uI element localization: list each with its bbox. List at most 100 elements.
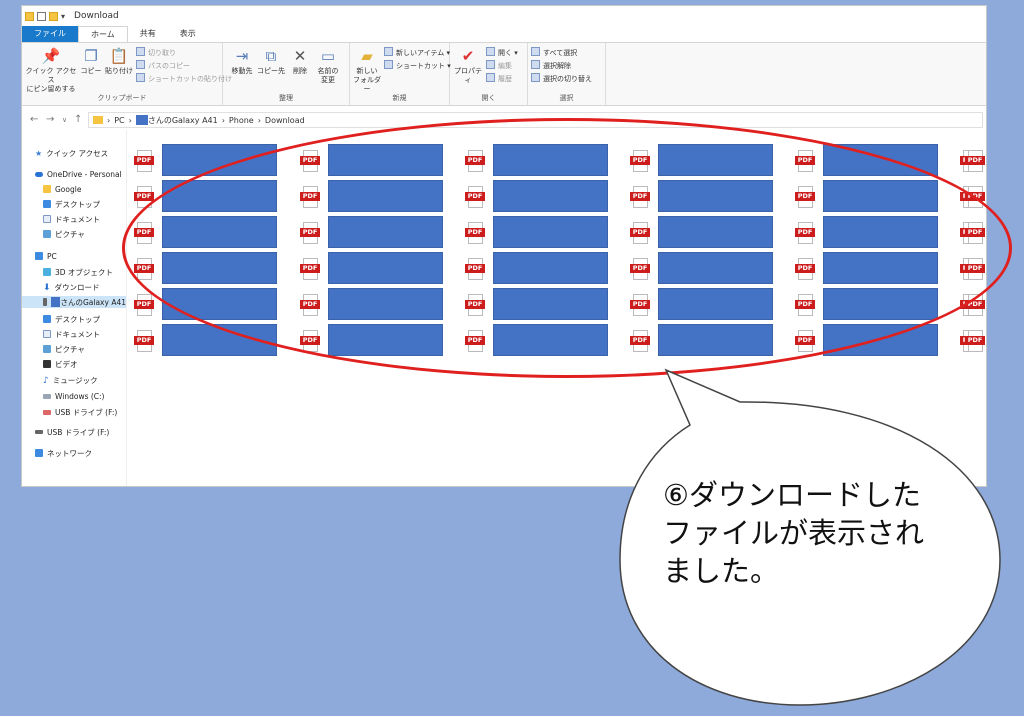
file-item[interactable]: PDF [134,288,284,322]
nav-usb-f[interactable]: USB ドライブ (F:) [35,426,109,438]
nav-documents-onedrive[interactable]: ドキュメント [43,213,100,225]
file-item[interactable]: PDF [630,216,780,250]
breadcrumb-download[interactable]: Download [265,116,305,125]
file-item[interactable]: PDF [134,216,284,250]
file-item[interactable]: PDF [465,216,615,250]
tab-share[interactable]: 共有 [128,26,168,42]
file-item[interactable]: PDF [134,180,284,214]
file-item[interactable]: PDF [795,180,945,214]
nav-music[interactable]: ♪ ミュージック [43,374,98,387]
nav-galaxy-a41[interactable]: さんのGalaxy A41 [22,296,126,308]
nav-downloads[interactable]: ⬇ ダウンロード [43,281,100,294]
properties-check-icon[interactable] [37,11,46,21]
up-arrow-icon[interactable]: ↑ [74,114,82,125]
file-item[interactable]: PDF [134,252,284,286]
phone-icon [43,298,47,306]
pin-quick-access-button[interactable]: 📌 クイック アクセス にピン留めする [25,47,77,94]
pdf-file-icon[interactable]: PDF [965,330,985,352]
delete-button[interactable]: ✕ 削除 [289,47,311,76]
back-arrow-icon[interactable]: ← [30,114,38,125]
forward-arrow-icon[interactable]: → [46,114,54,125]
rename-button[interactable]: ▭ 名前の 変更 [315,47,341,85]
file-item[interactable]: PDF [134,324,284,358]
pdf-file-icon: PDF [134,294,154,316]
redacted-file-name [823,324,938,356]
new-item-button[interactable]: 新しいアイテム ▾ [384,47,450,58]
edit-icon [486,60,495,69]
open-label: 開く [498,49,512,57]
file-item[interactable]: PDF [630,180,780,214]
nav-quick-access[interactable]: ★ クイック アクセス [35,147,108,159]
copy-path-button[interactable]: パスのコピー [136,60,190,71]
file-item[interactable]: PDF [465,324,615,358]
pdf-file-icon: PDF [795,186,815,208]
pdf-file-icon[interactable]: PDF [965,186,985,208]
file-item[interactable]: PDF [300,216,450,250]
file-item[interactable]: PDF [465,144,615,178]
copy-to-button[interactable]: ⧉ コピー先 [257,47,285,76]
file-item[interactable]: PDF [465,252,615,286]
nav-onedrive[interactable]: OneDrive - Personal [35,168,122,180]
nav-pc[interactable]: PC [35,250,57,262]
file-item[interactable]: PDF [300,324,450,358]
easy-access-button[interactable]: ショートカット ▾ [384,60,451,71]
file-item[interactable]: PDF [300,180,450,214]
pdf-file-icon[interactable]: PDF [965,222,985,244]
new-folder-button[interactable]: ▰ 新しい フォルダー [352,47,382,94]
nav-3d-objects[interactable]: 3D オブジェクト [43,266,113,278]
paste-shortcut-button[interactable]: ショートカットの貼り付け [136,73,232,84]
file-item[interactable]: PDF [630,252,780,286]
file-item[interactable]: PDF [630,144,780,178]
nav-google[interactable]: Google [43,183,81,195]
move-to-button[interactable]: ⇥ 移動先 [229,47,255,76]
cut-button[interactable]: 切り取り [136,47,176,58]
tab-view[interactable]: 表示 [168,26,208,42]
breadcrumb-phone[interactable]: Phone [229,116,254,125]
pin-icon: 📌 [41,47,61,65]
file-item[interactable]: PDF [134,144,284,178]
nav-usb-f-sub[interactable]: USB ドライブ (F:) [43,406,117,418]
nav-desktop-onedrive[interactable]: デスクトップ [43,198,100,210]
pdf-file-icon[interactable]: PDF [965,150,985,172]
new-folder-label-2: フォルダー [353,76,381,93]
address-breadcrumb[interactable]: › PC › さんのGalaxy A41 › Phone › Download [88,112,983,128]
file-item[interactable]: PDF [300,288,450,322]
pdf-file-icon[interactable]: PDF [965,258,985,280]
open-button[interactable]: 開く ▾ [486,47,518,58]
history-button[interactable]: 履歴 [486,73,512,84]
file-item[interactable]: PDF [795,144,945,178]
nav-videos[interactable]: ビデオ [43,358,78,370]
nav-pictures[interactable]: ピクチャ [43,343,85,355]
invert-selection-button[interactable]: 選択の切り替え [531,73,592,84]
select-all-button[interactable]: すべて選択 [531,47,577,58]
quick-access-dropdown[interactable]: ▾ [61,12,65,21]
file-item[interactable]: PDF [630,288,780,322]
file-item[interactable]: PDF [795,288,945,322]
nav-windows-c[interactable]: Windows (C:) [43,390,104,402]
file-item[interactable]: PDF [795,252,945,286]
file-item[interactable]: PDF [795,324,945,358]
file-item[interactable]: PDF [300,144,450,178]
file-item[interactable]: PDF [465,180,615,214]
copy-button[interactable]: ❐ コピー [80,47,102,76]
breadcrumb-pc[interactable]: PC [114,116,124,125]
tab-file[interactable]: ファイル [22,26,78,42]
nav-pictures-onedrive[interactable]: ピクチャ [43,228,85,240]
file-item[interactable]: PDF [795,216,945,250]
file-item[interactable]: PDF [465,288,615,322]
nav-documents[interactable]: ドキュメント [43,328,100,340]
nav-desktop[interactable]: デスクトップ [43,313,100,325]
breadcrumb-device[interactable]: さんのGalaxy A41 [148,115,218,126]
paste-button[interactable]: 📋 貼り付け [104,47,134,76]
pdf-file-icon[interactable]: PDF [965,294,985,316]
new-folder-icon[interactable] [49,11,58,21]
tab-home[interactable]: ホーム [78,26,128,42]
select-none-button[interactable]: 選択解除 [531,60,571,71]
nav-network[interactable]: ネットワーク [35,447,92,459]
edit-button[interactable]: 編集 [486,60,512,71]
recent-dropdown-icon[interactable]: ∨ [62,116,67,124]
select-all-icon [531,47,540,56]
file-item[interactable]: PDF [300,252,450,286]
properties-button[interactable]: ✔ プロパティ [452,47,484,85]
file-item[interactable]: PDF [630,324,780,358]
